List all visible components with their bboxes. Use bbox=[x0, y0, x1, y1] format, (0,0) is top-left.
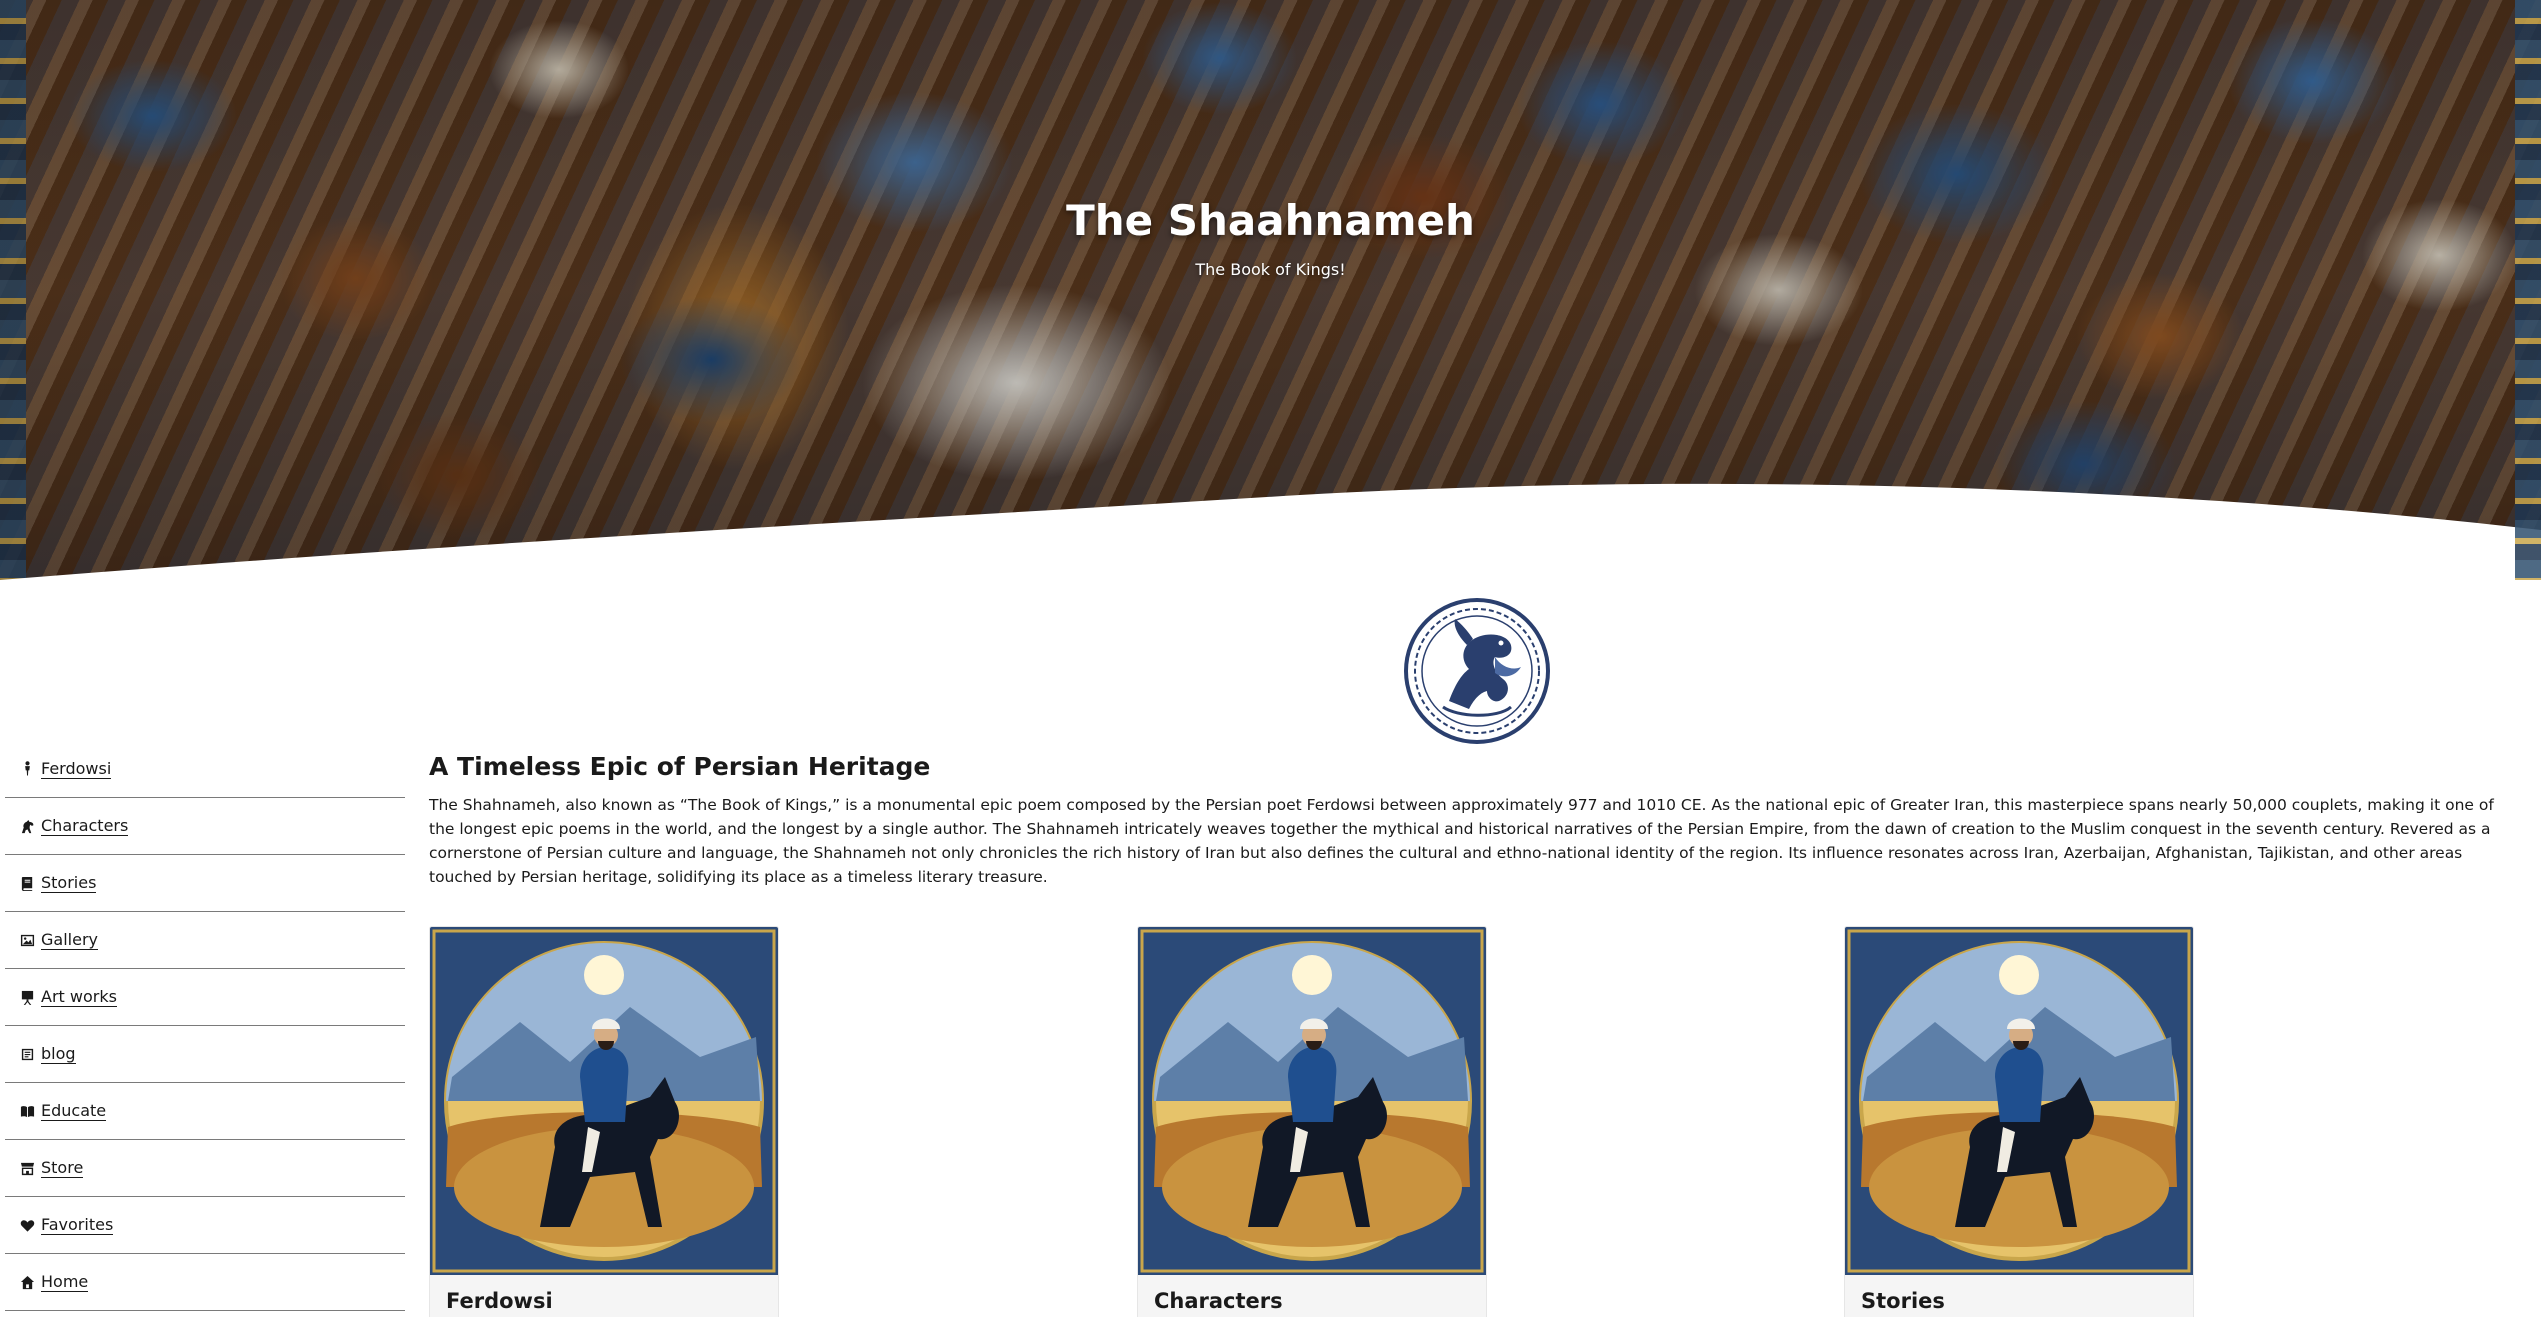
sidebar-nav: Ferdowsi Characters Stories Gallery Art … bbox=[5, 740, 405, 1311]
sidebar-item-label: Stories bbox=[41, 873, 97, 893]
card-ferdowsi[interactable]: Ferdowsi bbox=[429, 926, 779, 1317]
sidebar-item-label: Store bbox=[41, 1158, 84, 1178]
main-content: A Timeless Epic of Persian Heritage The … bbox=[429, 752, 2519, 889]
rider-painting-image bbox=[1138, 927, 1486, 1275]
store-icon bbox=[19, 1160, 35, 1176]
card-title: Stories bbox=[1861, 1289, 1945, 1313]
section-heading: A Timeless Epic of Persian Heritage bbox=[429, 752, 931, 781]
sidebar-item-label: Gallery bbox=[41, 930, 98, 950]
book-icon bbox=[19, 875, 35, 891]
sidebar-item-home[interactable]: Home bbox=[5, 1254, 405, 1311]
image-icon bbox=[19, 932, 35, 948]
sidebar-item-gallery[interactable]: Gallery bbox=[5, 912, 405, 969]
sidebar-item-educate[interactable]: Educate bbox=[5, 1083, 405, 1140]
easel-icon bbox=[19, 989, 35, 1005]
sidebar-item-art-works[interactable]: Art works bbox=[5, 969, 405, 1026]
sidebar-item-blog[interactable]: blog bbox=[5, 1026, 405, 1083]
sidebar-item-label: Ferdowsi bbox=[41, 758, 112, 779]
blog-icon bbox=[19, 1046, 35, 1062]
home-icon bbox=[19, 1274, 35, 1290]
horse-icon bbox=[19, 818, 35, 834]
person-icon bbox=[19, 761, 35, 777]
card-stories[interactable]: Stories bbox=[1844, 926, 2194, 1317]
rider-painting-image bbox=[430, 927, 778, 1275]
heart-icon bbox=[19, 1217, 35, 1233]
sidebar-item-label: Characters bbox=[41, 816, 129, 836]
sidebar-item-stories[interactable]: Stories bbox=[5, 855, 405, 912]
sidebar-item-characters[interactable]: Characters bbox=[5, 798, 405, 855]
sidebar-item-label: Home bbox=[41, 1272, 89, 1292]
sidebar-item-label: Educate bbox=[41, 1101, 107, 1121]
sidebar-item-ferdowsi[interactable]: Ferdowsi bbox=[5, 740, 405, 798]
sidebar-item-favorites[interactable]: Favorites bbox=[5, 1197, 405, 1254]
intro-paragraph: The Shahnameh, also known as “The Book o… bbox=[429, 796, 2494, 886]
hero-subtitle: The Book of Kings! bbox=[1195, 260, 1346, 279]
horse-emblem-logo bbox=[1404, 598, 1550, 744]
sidebar-item-store[interactable]: Store bbox=[5, 1140, 405, 1197]
hero-banner: The Shaahnameh The Book of Kings! bbox=[0, 0, 2541, 580]
card-grid: Ferdowsi Characters Stories bbox=[429, 926, 2519, 1317]
sidebar-item-label: Art works bbox=[41, 987, 117, 1007]
rider-painting-image bbox=[1845, 927, 2193, 1275]
sidebar-item-label: blog bbox=[41, 1044, 76, 1064]
card-title: Characters bbox=[1154, 1289, 1283, 1313]
sidebar-item-label: Favorites bbox=[41, 1215, 114, 1235]
open-book-icon bbox=[19, 1103, 35, 1119]
card-characters[interactable]: Characters bbox=[1137, 926, 1487, 1317]
hero-wave-divider bbox=[0, 483, 2541, 580]
card-title: Ferdowsi bbox=[446, 1289, 553, 1313]
hero-title: The Shaahnameh bbox=[1066, 196, 1475, 245]
